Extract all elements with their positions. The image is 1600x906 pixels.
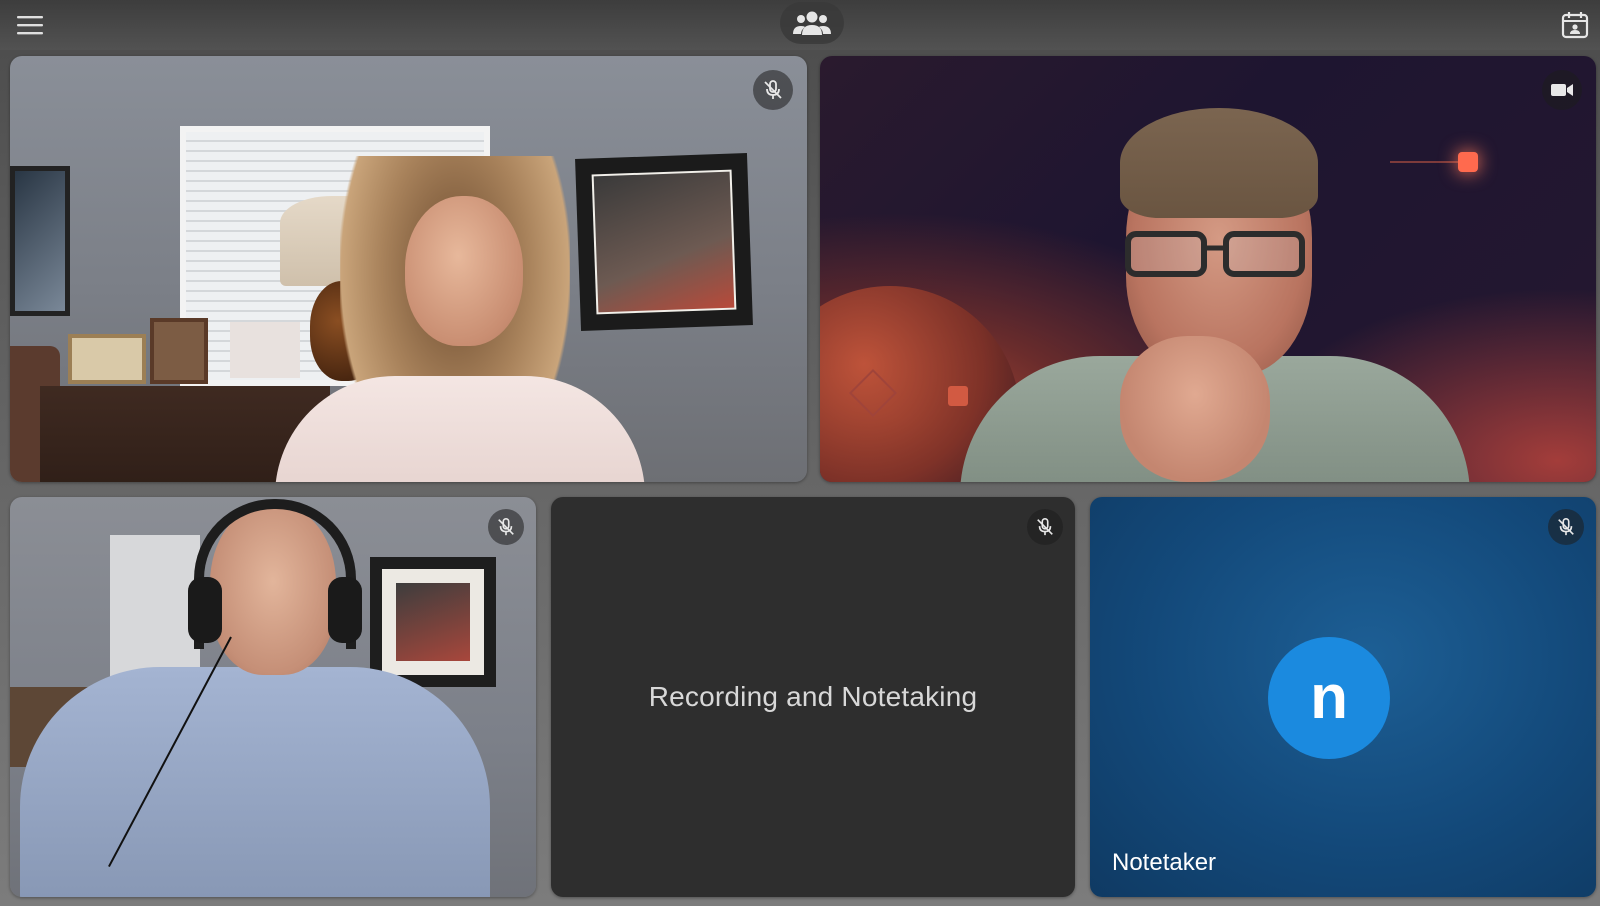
calendar-button[interactable] (1558, 8, 1592, 42)
video-tile-participant-3[interactable] (10, 497, 536, 897)
camera-indicator (1542, 70, 1582, 110)
video-tile-participant-1[interactable] (10, 56, 807, 482)
mic-muted-indicator (488, 509, 524, 545)
mic-muted-indicator (753, 70, 793, 110)
hamburger-menu-icon (17, 16, 43, 35)
video-tile-notetaker[interactable]: n Notetaker (1090, 497, 1596, 897)
people-group-icon (793, 11, 831, 35)
microphone-muted-icon (764, 80, 782, 99)
microphone-muted-icon (1558, 518, 1574, 536)
video-camera-icon (1551, 84, 1573, 96)
mic-muted-indicator (1027, 509, 1063, 545)
participant-video-feed (820, 56, 1596, 482)
video-tile-participant-4[interactable]: Recording and Notetaking (551, 497, 1075, 897)
participants-button[interactable] (780, 2, 844, 44)
recording-notetaking-label: Recording and Notetaking (648, 681, 978, 712)
microphone-muted-icon (498, 518, 514, 536)
hamburger-menu-button[interactable] (14, 9, 46, 41)
participant-video-feed (10, 497, 536, 897)
video-tile-participant-2[interactable] (820, 56, 1596, 482)
mic-muted-indicator (1548, 509, 1584, 545)
calendar-icon (1561, 12, 1589, 39)
avatar: n (1268, 637, 1390, 759)
participant-video-feed (10, 56, 807, 482)
microphone-muted-icon (1037, 518, 1053, 536)
participant-name: Notetaker (1112, 849, 1217, 876)
top-bar (0, 0, 1600, 50)
